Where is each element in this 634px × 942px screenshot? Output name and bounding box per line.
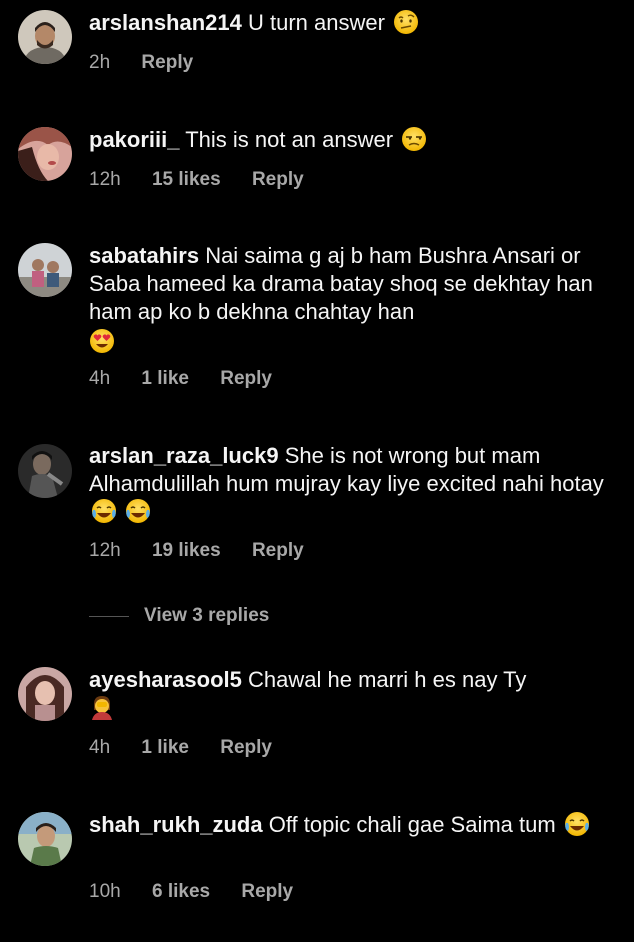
comment-username[interactable]: pakoriii_	[89, 127, 179, 152]
reply-button[interactable]: Reply	[220, 737, 272, 758]
comment-username[interactable]: sabatahirs	[89, 243, 199, 268]
reply-button[interactable]: Reply	[141, 52, 193, 73]
comment-text-block: arslanshan214 U turn answer	[89, 9, 619, 37]
likes-count[interactable]: 1 like	[141, 368, 189, 389]
view-replies-label[interactable]: View 3 replies	[144, 605, 269, 627]
comment-username[interactable]: shah_rukh_zuda	[89, 812, 263, 837]
comment-text-block: ayesharasool5 Chawal he marri h es nay T…	[89, 666, 619, 722]
comment-time: 12h	[89, 540, 121, 561]
comment-time: 4h	[89, 368, 111, 389]
avatar[interactable]	[18, 10, 72, 64]
tears-of-joy-face-icon	[126, 499, 151, 523]
reply-button[interactable]: Reply	[252, 169, 304, 190]
heart-eyes-face-icon	[90, 329, 114, 353]
comment-time: 12h	[89, 169, 121, 190]
avatar[interactable]	[18, 812, 72, 866]
comment-meta: 10h 6 likes Reply	[89, 881, 319, 903]
avatar[interactable]	[18, 444, 72, 498]
comment-text-block: arslan_raza_luck9 She is not wrong but m…	[89, 442, 619, 526]
comment-username[interactable]: arslanshan214	[89, 10, 242, 35]
likes-count[interactable]: 15 likes	[152, 169, 221, 190]
comment-username[interactable]: arslan_raza_luck9	[89, 443, 279, 468]
comment-time: 10h	[89, 881, 121, 902]
reply-button[interactable]: Reply	[220, 368, 272, 389]
likes-count[interactable]: 6 likes	[152, 881, 210, 902]
reply-button[interactable]: Reply	[252, 540, 304, 561]
comment-time: 2h	[89, 52, 111, 73]
likes-count[interactable]: 19 likes	[152, 540, 221, 561]
comment-text-block: sabatahirs Nai saima g aj b ham Bushra A…	[89, 242, 619, 356]
comment-time: 4h	[89, 737, 111, 758]
view-replies-button[interactable]: View 3 replies	[89, 602, 269, 630]
unamused-face-icon	[402, 127, 427, 151]
likes-count[interactable]: 1 like	[141, 737, 189, 758]
comment-text: Chawal he marri h es nay Ty	[248, 667, 527, 692]
comment-meta: 12h 19 likes Reply	[89, 540, 330, 562]
tears-of-joy-face-icon	[92, 499, 116, 523]
avatar[interactable]	[18, 243, 72, 297]
comment-text-block: shah_rukh_zuda Off topic chali gae Saima…	[89, 811, 619, 839]
comment-text-block: pakoriii_ This is not an answer	[89, 126, 619, 154]
comment-text: This is not an answer	[185, 127, 394, 152]
replies-divider-line	[89, 615, 129, 617]
avatar[interactable]	[18, 127, 72, 181]
comment-username[interactable]: ayesharasool5	[89, 667, 242, 692]
comment-meta: 4h 1 like Reply	[89, 368, 298, 390]
facepalm-icon	[92, 696, 112, 720]
comment-text: U turn answer	[248, 10, 385, 35]
tears-of-joy-face-icon	[564, 812, 589, 836]
comment-meta: 12h 15 likes Reply	[89, 169, 330, 191]
reply-button[interactable]: Reply	[241, 881, 293, 902]
avatar[interactable]	[18, 667, 72, 721]
raised-eyebrow-face-icon	[394, 10, 419, 34]
comment-meta: 2h Reply	[89, 52, 219, 74]
comment-meta: 4h 1 like Reply	[89, 737, 298, 759]
comment-text: Off topic chali gae Saima tum	[268, 812, 556, 837]
